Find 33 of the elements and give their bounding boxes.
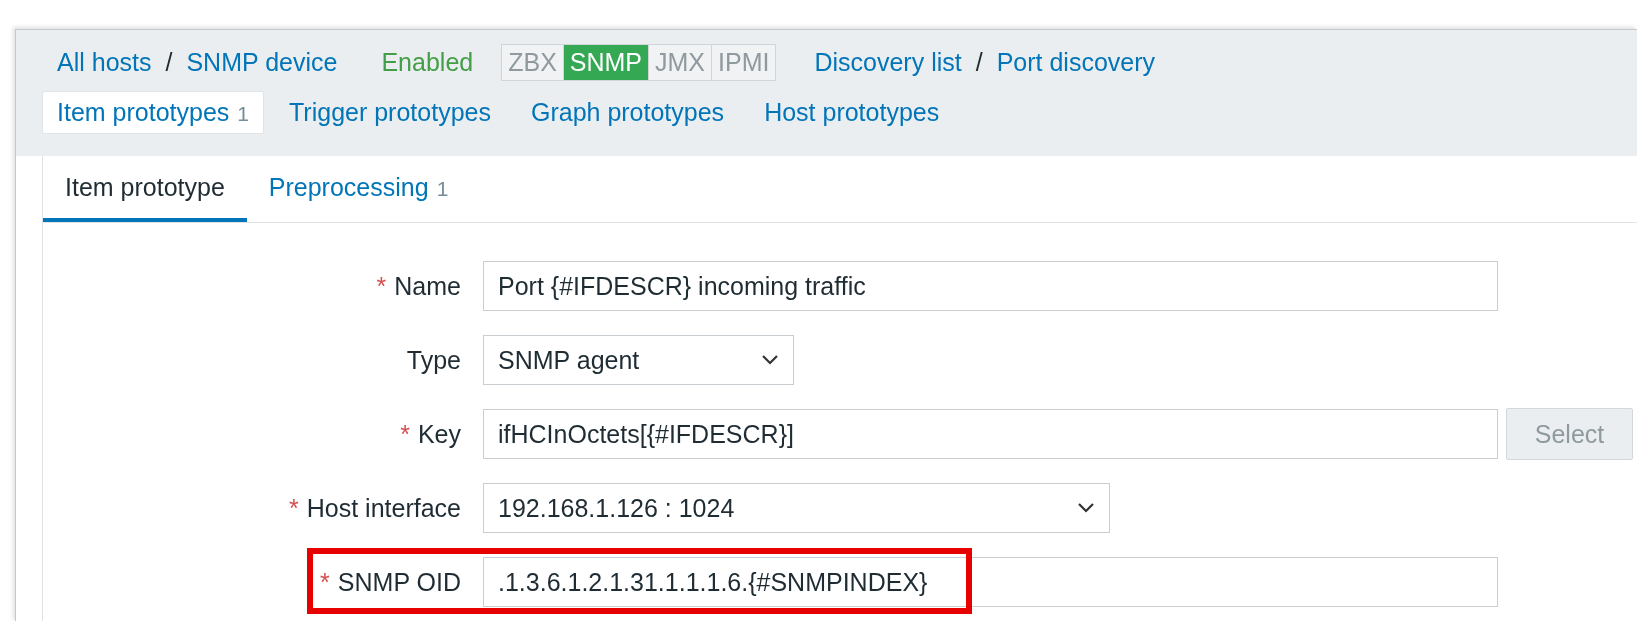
field-label: Key: [417, 419, 461, 449]
input-field[interactable]: Port {#IFDESCR} incoming traffic: [483, 261, 1498, 311]
required-asterisk: *: [289, 493, 299, 523]
form-tab[interactable]: Preprocessing 1: [246, 173, 471, 222]
breadcrumb-link[interactable]: All hosts: [57, 47, 152, 77]
availability-tag: SNMP: [563, 44, 650, 80]
dropdown[interactable]: SNMP agent: [483, 335, 794, 385]
nav-tab[interactable]: Trigger prototypes: [274, 91, 506, 134]
breadcrumb-separator: /: [165, 47, 173, 77]
input-field[interactable]: .1.3.6.1.2.1.31.1.1.1.6.{#SNMPINDEX}: [483, 557, 1498, 607]
availability-tag: JMX: [649, 44, 713, 80]
nav-tab[interactable]: Item prototypes 1: [42, 91, 264, 134]
breadcrumb-separator: /: [975, 47, 983, 77]
nav-tab[interactable]: Graph prototypes: [515, 91, 740, 134]
field-label: SNMP OID: [337, 567, 461, 597]
dropdown[interactable]: 192.168.1.126 : 1024: [483, 483, 1110, 533]
breadcrumb-link[interactable]: Discovery list: [814, 47, 962, 77]
required-asterisk: *: [320, 567, 330, 597]
host-status: Enabled: [381, 47, 474, 77]
required-asterisk: *: [400, 419, 410, 449]
chevron-down-icon: [1077, 502, 1095, 514]
nav-tab[interactable]: Host prototypes: [749, 91, 955, 134]
field-label: Host interface: [306, 493, 461, 523]
field-label: Type: [406, 345, 461, 375]
breadcrumb-link[interactable]: SNMP device: [186, 47, 338, 77]
breadcrumb-link[interactable]: Port discovery: [996, 47, 1156, 77]
chevron-down-icon: [761, 354, 779, 366]
availability-tag: ZBX: [502, 44, 564, 80]
form-tab[interactable]: Item prototype: [43, 173, 247, 222]
required-asterisk: *: [376, 271, 387, 301]
availability-tag: IPMI: [712, 44, 776, 80]
field-label: Name: [394, 271, 461, 301]
input-field[interactable]: ifHCInOctets[{#IFDESCR}]: [483, 409, 1498, 459]
